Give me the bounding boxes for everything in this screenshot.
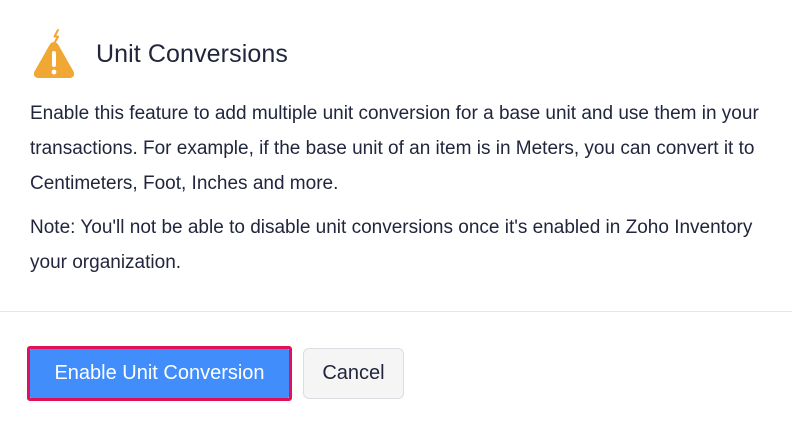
enable-button-highlight: Enable Unit Conversion [27,346,292,401]
cancel-button[interactable]: Cancel [303,348,404,399]
dialog-description: Enable this feature to add multiple unit… [30,103,759,194]
footer-divider [0,311,792,312]
dialog-header: Unit Conversions [30,24,288,84]
dialog-footer: Enable Unit Conversion Cancel [27,346,404,401]
dialog-body: Enable this feature to add multiple unit… [30,96,765,280]
unit-conversions-dialog: Unit Conversions Enable this feature to … [0,0,792,430]
enable-unit-conversion-button[interactable]: Enable Unit Conversion [30,349,289,398]
dialog-title: Unit Conversions [96,39,288,68]
warning-icon [33,29,75,78]
dialog-note: Note: You'll not be able to disable unit… [30,217,753,273]
